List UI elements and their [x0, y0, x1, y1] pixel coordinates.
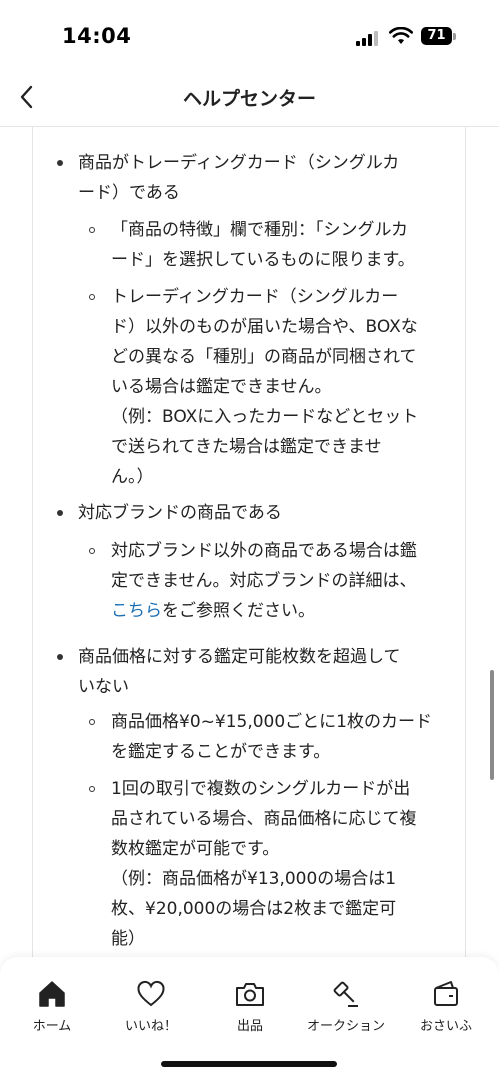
- bullet-dot: [57, 654, 63, 660]
- sub-item-multiple-cards: 1回の取引で複数のシングルカードが出 品されている場合、商品価格に応じて複 数枚…: [111, 774, 417, 954]
- line: ん。）: [111, 467, 154, 487]
- tab-label: ホーム: [32, 1019, 72, 1034]
- sub-item-feature-type: 「商品の特徴」欄で種別：「シングルカ ード」を選択しているものに限ります。: [111, 215, 415, 275]
- line: 定できません。対応ブランドの詳細は、: [111, 571, 417, 591]
- help-article-content: 商品がトレーディングカード（シングルカ ード）である 「商品の特徴」欄で種別：「…: [0, 127, 499, 957]
- status-time: 14:04: [62, 24, 132, 48]
- line: こちらをご参照ください。: [111, 596, 417, 626]
- sub-bullet-circle: [89, 227, 95, 233]
- sub-item-brand-detail: 対応ブランド以外の商品である場合は鑑 定できません。対応ブランドの詳細は、 こち…: [111, 536, 417, 626]
- home-indicator: [161, 1061, 337, 1067]
- heart-icon: [137, 980, 165, 1007]
- home-icon: [39, 981, 65, 1007]
- sub-item-other-items: トレーディングカード（シングルカー ド）以外のものが届いた場合や、BOXな どの…: [111, 282, 418, 492]
- camera-icon: [236, 983, 264, 1006]
- tab-likes[interactable]: いいね！: [103, 979, 199, 1039]
- tab-label: 出品: [236, 1019, 263, 1034]
- tab-home[interactable]: ホーム: [4, 979, 100, 1039]
- page-title: ヘルプセンター: [182, 88, 316, 110]
- sub-bullet-circle: [89, 294, 95, 300]
- line: （例：BOXに入ったカードなどとセット: [111, 407, 419, 427]
- line: 枚、¥20,000の場合は2枚まで鑑定可: [111, 899, 397, 919]
- line-tail: をご参照ください。: [162, 601, 315, 621]
- line: 対応ブランド以外の商品である場合は鑑: [111, 541, 417, 561]
- sub-bullet-circle: [89, 786, 95, 792]
- tab-label: いいね！: [124, 1019, 177, 1034]
- cellular-signal-icon: [356, 30, 380, 46]
- wallet-icon: [434, 981, 458, 1006]
- bullet-dot: [57, 160, 63, 166]
- battery-icon: 71: [421, 27, 452, 45]
- list-item-price-limit: 商品価格に対する鑑定可能枚数を超過して いない: [78, 642, 401, 702]
- line: 1回の取引で複数のシングルカードが出: [111, 779, 411, 799]
- wifi-icon: [389, 27, 413, 44]
- tab-label: オークション: [306, 1019, 385, 1034]
- line: トレーディングカード（シングルカー: [111, 287, 399, 307]
- line: ード）である: [78, 183, 180, 203]
- scrollbar[interactable]: [490, 670, 494, 780]
- line: いる場合は鑑定できません。: [111, 377, 332, 397]
- tab-wallet[interactable]: おさいふ: [398, 979, 494, 1039]
- line: いない: [78, 677, 129, 697]
- line: 「商品の特徴」欄で種別：「シングルカ: [111, 220, 408, 240]
- line: 数枚鑑定が可能です。: [111, 839, 280, 859]
- gavel-icon: [333, 981, 358, 1007]
- list-item-supported-brand: 対応ブランドの商品である: [78, 498, 282, 528]
- line: 商品がトレーディングカード（シングルカ: [78, 153, 400, 173]
- bottom-tab-bar: ホーム いいね！ 出品 オークション おさいふ: [0, 957, 499, 1080]
- tab-label: おさいふ: [419, 1019, 472, 1034]
- line: ド）以外のものが届いた場合や、BOXな: [111, 317, 418, 337]
- line: 商品価格に対する鑑定可能枚数を超過して: [78, 647, 401, 667]
- header-bar: ヘルプセンター: [0, 70, 499, 127]
- line: ード」を選択しているものに限ります。: [111, 250, 415, 270]
- sub-bullet-circle: [89, 548, 95, 554]
- bullet-dot: [57, 510, 63, 516]
- tab-sell[interactable]: 出品: [202, 979, 298, 1039]
- line: どの異なる「種別」の商品が同梱されて: [111, 347, 417, 367]
- sub-bullet-circle: [89, 719, 95, 725]
- line: （例：商品価格が¥13,000の場合は1: [111, 869, 397, 889]
- brand-link[interactable]: こちら: [111, 601, 162, 621]
- line: を鑑定することができます。: [111, 742, 331, 762]
- line: 対応ブランドの商品である: [78, 503, 282, 523]
- status-bar: 14:04 71: [0, 0, 499, 70]
- list-item-trading-card: 商品がトレーディングカード（シングルカ ード）である: [78, 148, 399, 208]
- line: 能）: [111, 929, 145, 949]
- line: 品されている場合、商品価格に応じて複: [111, 809, 417, 829]
- line: 商品価格¥0~¥15,000ごとに1枚のカード: [111, 712, 432, 732]
- battery-cap: [453, 33, 456, 40]
- tab-auction[interactable]: オークション: [298, 979, 394, 1039]
- sub-item-price-per-card: 商品価格¥0~¥15,000ごとに1枚のカード を鑑定することができます。: [111, 707, 432, 767]
- line: で送られてきた場合は鑑定できませ: [111, 437, 382, 457]
